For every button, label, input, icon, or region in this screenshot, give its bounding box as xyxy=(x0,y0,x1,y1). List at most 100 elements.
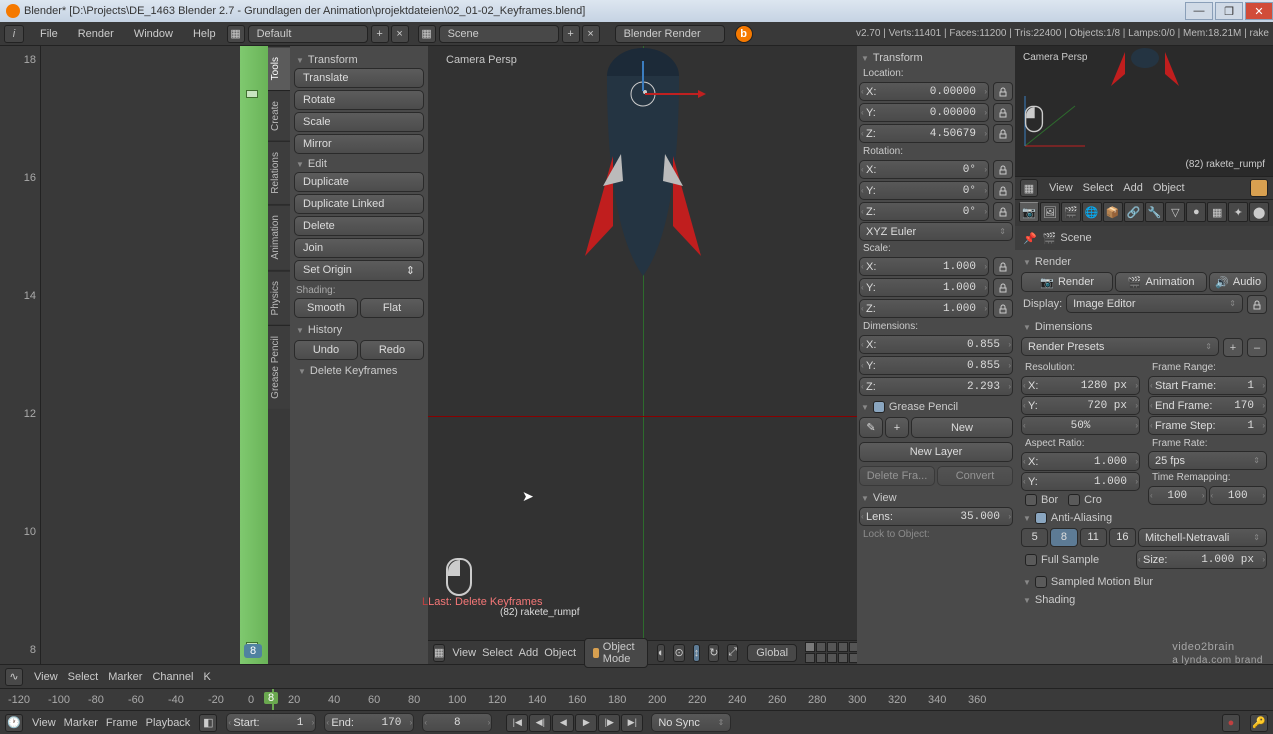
mirror-button[interactable]: Mirror xyxy=(294,134,424,154)
manipulator-translate-icon[interactable]: ↕ xyxy=(693,644,701,662)
ds-menu-channel[interactable]: Channel xyxy=(152,671,193,683)
motion-blur-header[interactable]: Sampled Motion Blur xyxy=(1021,572,1267,590)
render-layers-tab-icon[interactable]: 🖼 xyxy=(1040,202,1060,222)
manipulator-scale-icon[interactable]: ⤢ xyxy=(727,644,738,662)
remap-old-field[interactable]: 100 xyxy=(1148,486,1207,505)
lock-icon[interactable] xyxy=(993,124,1013,143)
gp-new-button[interactable]: New xyxy=(911,417,1013,438)
scene-selector-icon[interactable]: ▦ xyxy=(418,25,436,43)
jump-start-button[interactable]: |◀ xyxy=(506,714,528,732)
physics-tab-icon[interactable]: ⬤ xyxy=(1249,202,1269,222)
render-tab-icon[interactable]: 📷 xyxy=(1019,202,1039,222)
menu-file[interactable]: File xyxy=(40,28,58,40)
orientation-select[interactable]: Global xyxy=(747,644,797,662)
auto-keyframe-button[interactable]: ● xyxy=(1222,714,1240,732)
ds-menu-marker[interactable]: Marker xyxy=(108,671,142,683)
pin-icon[interactable]: 📌 xyxy=(1023,232,1037,245)
translate-button[interactable]: Translate xyxy=(294,68,424,88)
undo-button[interactable]: Undo xyxy=(294,340,358,360)
tl-menu-frame[interactable]: Frame xyxy=(106,717,138,729)
menu-view[interactable]: View xyxy=(452,647,476,659)
ds-menu-view[interactable]: View xyxy=(34,671,58,683)
menu-window[interactable]: Window xyxy=(134,28,173,40)
object-tab-icon[interactable]: 📦 xyxy=(1103,202,1123,222)
transform-panel-header[interactable]: Transform xyxy=(859,48,1013,66)
gp-new-layer-button[interactable]: New Layer xyxy=(859,442,1013,462)
constraints-tab-icon[interactable]: 🔗 xyxy=(1124,202,1144,222)
render-presets-select[interactable]: Render Presets xyxy=(1021,337,1219,356)
display-select[interactable]: Image Editor xyxy=(1066,294,1243,313)
close-button[interactable]: ✕ xyxy=(1245,2,1273,20)
shading-header[interactable]: Shading xyxy=(1021,590,1267,608)
res-y-field[interactable]: Y:720 px xyxy=(1021,396,1140,415)
menu-select[interactable]: Select xyxy=(482,647,513,659)
aa-size-field[interactable]: Size:1.000 px xyxy=(1136,550,1267,569)
lock-icon[interactable] xyxy=(993,202,1013,221)
mini-menu-add[interactable]: Add xyxy=(1123,182,1143,194)
scene-add-button[interactable]: + xyxy=(562,25,580,43)
location-x-field[interactable]: X:0.00000 xyxy=(859,82,989,101)
scene-name[interactable]: Scene xyxy=(1060,232,1091,244)
lock-icon[interactable] xyxy=(993,278,1013,297)
menu-add[interactable]: Add xyxy=(519,647,539,659)
ar-x-field[interactable]: X:1.000 xyxy=(1021,452,1140,471)
editor-type-icon[interactable]: ▦ xyxy=(1020,179,1038,197)
editor-type-icon[interactable]: ▦ xyxy=(433,644,445,662)
smooth-button[interactable]: Smooth xyxy=(294,298,358,318)
dopesheet-canvas[interactable] xyxy=(40,46,240,664)
shading-mode-icon[interactable]: ◐ xyxy=(657,644,666,662)
duplicate-button[interactable]: Duplicate xyxy=(294,172,424,192)
tab-animation[interactable]: Animation xyxy=(268,204,290,269)
keying-set-icon[interactable]: 🔑 xyxy=(1250,714,1268,732)
end-frame-field[interactable]: End:170 xyxy=(324,713,414,732)
aa-filter-select[interactable]: Mitchell-Netravali xyxy=(1138,528,1267,547)
texture-tab-icon[interactable]: ▦ xyxy=(1207,202,1227,222)
layout-add-button[interactable]: + xyxy=(371,25,389,43)
mini-menu-select[interactable]: Select xyxy=(1083,182,1114,194)
editor-type-icon[interactable]: ∿ xyxy=(5,668,23,686)
info-editor-icon[interactable]: i xyxy=(4,25,24,43)
scale-x-field[interactable]: X:1.000 xyxy=(859,257,989,276)
rotation-x-field[interactable]: X:0° xyxy=(859,160,989,179)
scene-tab-icon[interactable]: 🎬 xyxy=(1061,202,1081,222)
mode-select[interactable]: Object Mode xyxy=(584,638,648,668)
frame-step-field[interactable]: Frame Step:1 xyxy=(1148,416,1267,435)
border-checkbox[interactable]: Bor xyxy=(1021,492,1062,508)
flat-button[interactable]: Flat xyxy=(360,298,424,318)
layer-buttons[interactable] xyxy=(805,642,859,663)
delete-button[interactable]: Delete xyxy=(294,216,424,236)
last-operator-panel[interactable]: Delete Keyframes xyxy=(294,362,424,380)
join-button[interactable]: Join xyxy=(294,238,424,258)
lock-icon[interactable] xyxy=(993,103,1013,122)
minimize-button[interactable]: — xyxy=(1185,2,1213,20)
play-button[interactable]: ▶ xyxy=(575,714,597,732)
scale-y-field[interactable]: Y:1.000 xyxy=(859,278,989,297)
rotate-button[interactable]: Rotate xyxy=(294,90,424,110)
dim-z-field[interactable]: Z:2.293 xyxy=(859,377,1013,396)
res-pct-field[interactable]: 50% xyxy=(1021,416,1140,435)
screen-layout-select[interactable]: Default xyxy=(248,25,368,43)
scene-select[interactable]: Scene xyxy=(439,25,559,43)
res-x-field[interactable]: X:1280 px xyxy=(1021,376,1140,395)
keyframe-prev-button[interactable]: ◀| xyxy=(529,714,551,732)
mini-menu-view[interactable]: View xyxy=(1049,182,1073,194)
rotation-y-field[interactable]: Y:0° xyxy=(859,181,989,200)
dopesheet-summary-channel[interactable]: 8 xyxy=(240,46,268,664)
tl-menu-marker[interactable]: Marker xyxy=(64,717,98,729)
timeline-ruler[interactable]: 8 -120-100-80-60-40-20020406080100120140… xyxy=(0,688,1273,710)
tl-menu-view[interactable]: View xyxy=(32,717,56,729)
aa-11-button[interactable]: 11 xyxy=(1080,528,1107,547)
full-sample-checkbox[interactable]: Full Sample xyxy=(1021,549,1134,570)
particles-tab-icon[interactable]: ✦ xyxy=(1228,202,1248,222)
preset-remove-button[interactable]: – xyxy=(1247,338,1267,357)
aa-8-button[interactable]: 8 xyxy=(1050,528,1077,547)
lock-icon[interactable] xyxy=(993,160,1013,179)
lock-icon[interactable] xyxy=(993,181,1013,200)
ds-menu-select[interactable]: Select xyxy=(68,671,99,683)
sync-mode-select[interactable]: No Sync xyxy=(651,713,731,732)
gp-add-button[interactable]: + xyxy=(885,417,909,438)
audio-button[interactable]: 🔊Audio xyxy=(1209,272,1267,292)
pivot-icon[interactable]: ⊙ xyxy=(673,644,684,662)
aa-16-button[interactable]: 16 xyxy=(1109,528,1136,547)
animation-button[interactable]: 🎬Animation xyxy=(1115,272,1207,292)
